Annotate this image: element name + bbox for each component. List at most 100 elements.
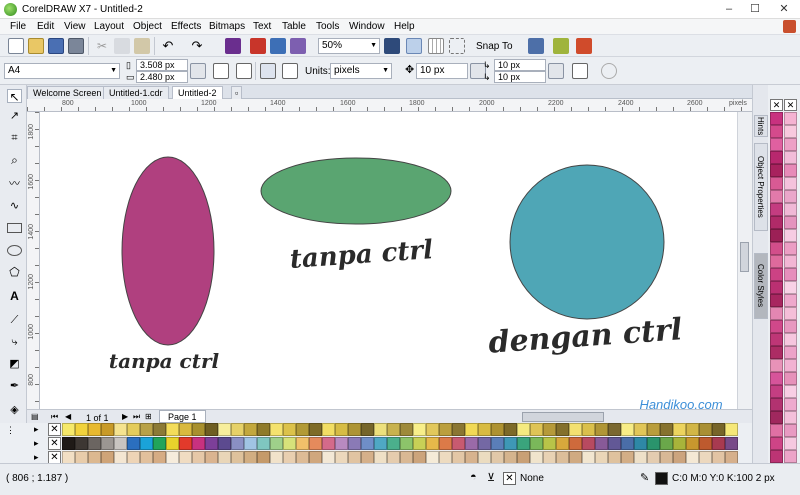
tab-color-styles[interactable]: Color Styles <box>754 253 768 319</box>
color-swatch[interactable] <box>673 437 686 450</box>
export-icon[interactable] <box>270 38 286 54</box>
color-swatch[interactable] <box>770 450 783 463</box>
color-swatch[interactable] <box>770 398 783 411</box>
color-swatch[interactable] <box>634 423 647 436</box>
artistic-media-icon[interactable]: ∿ <box>7 199 22 213</box>
minimize-button[interactable]: – <box>716 0 742 19</box>
palette-grip-icon[interactable]: ⋮ <box>6 424 15 436</box>
color-swatch[interactable] <box>770 125 783 138</box>
color-swatch[interactable] <box>491 437 504 450</box>
color-swatch[interactable] <box>784 411 797 424</box>
color-swatch[interactable] <box>140 423 153 436</box>
color-swatch[interactable] <box>686 437 699 450</box>
vertical-color-palette[interactable]: ✕ ✕ <box>768 85 800 476</box>
color-swatch[interactable] <box>530 437 543 450</box>
color-swatch[interactable] <box>400 437 413 450</box>
show-grid-icon[interactable] <box>428 38 444 54</box>
color-swatch[interactable] <box>770 255 783 268</box>
color-swatch[interactable] <box>101 437 114 450</box>
color-swatch[interactable] <box>556 423 569 436</box>
color-swatch[interactable] <box>452 437 465 450</box>
open-folder-icon[interactable] <box>28 38 44 54</box>
color-swatch[interactable] <box>504 437 517 450</box>
color-swatch[interactable] <box>205 437 218 450</box>
menu-bitmaps[interactable]: Bitmaps <box>209 21 245 33</box>
teal-circle[interactable] <box>509 164 665 320</box>
color-swatch[interactable] <box>244 437 257 450</box>
next-page-button[interactable]: ▶ <box>122 411 128 423</box>
color-swatch[interactable] <box>770 242 783 255</box>
color-swatch[interactable] <box>784 216 797 229</box>
color-swatch[interactable] <box>784 385 797 398</box>
polygon-tool-icon[interactable]: ⬠ <box>7 265 22 279</box>
color-swatch[interactable] <box>784 229 797 242</box>
color-swatch[interactable] <box>770 164 783 177</box>
menu-layout[interactable]: Layout <box>94 21 124 33</box>
color-swatch[interactable] <box>784 112 797 125</box>
color-swatch[interactable] <box>192 437 205 450</box>
rectangle-tool-icon[interactable] <box>7 223 22 233</box>
color-swatch[interactable] <box>712 423 725 436</box>
color-swatch[interactable] <box>257 423 270 436</box>
color-swatch[interactable] <box>127 423 140 436</box>
full-screen-icon[interactable] <box>384 38 400 54</box>
color-swatch[interactable] <box>784 125 797 138</box>
page-width-input[interactable]: 3.508 px <box>136 59 188 71</box>
color-swatch[interactable] <box>348 423 361 436</box>
color-swatch[interactable] <box>270 423 283 436</box>
show-rulers-icon[interactable] <box>406 38 422 54</box>
no-color-swatch[interactable]: ✕ <box>48 437 61 450</box>
color-swatch[interactable] <box>296 437 309 450</box>
color-swatch[interactable] <box>361 423 374 436</box>
color-swatch[interactable] <box>75 437 88 450</box>
close-button[interactable]: ✕ <box>768 0 800 19</box>
color-swatch[interactable] <box>283 423 296 436</box>
color-swatch[interactable] <box>218 437 231 450</box>
palette-column-2[interactable] <box>784 112 797 476</box>
color-swatch[interactable] <box>770 268 783 281</box>
page-border-icon[interactable] <box>572 63 588 79</box>
drawing-canvas[interactable]: tanpa ctrl tanpa ctrl dengan ctrl Handik… <box>40 112 737 409</box>
color-swatch[interactable] <box>686 423 699 436</box>
color-swatch[interactable] <box>517 437 530 450</box>
color-swatch[interactable] <box>166 423 179 436</box>
color-swatch[interactable] <box>88 437 101 450</box>
color-swatch[interactable] <box>770 229 783 242</box>
color-swatch[interactable] <box>784 320 797 333</box>
color-swatch[interactable] <box>784 372 797 385</box>
color-swatch[interactable] <box>179 423 192 436</box>
freehand-tool-icon[interactable]: 〰 <box>7 177 22 191</box>
maximize-button[interactable]: ☐ <box>742 0 768 19</box>
tab-hints[interactable]: Hints <box>754 115 768 137</box>
duplicate-spinner[interactable] <box>548 63 564 79</box>
connector-tool-icon[interactable]: ⤷ <box>7 335 22 349</box>
menu-effects[interactable]: Effects <box>171 21 201 33</box>
color-swatch[interactable] <box>660 423 673 436</box>
color-swatch[interactable] <box>231 423 244 436</box>
ellipse-tool-icon[interactable] <box>7 245 22 256</box>
color-swatch[interactable] <box>426 437 439 450</box>
color-swatch[interactable] <box>595 423 608 436</box>
color-swatch[interactable] <box>770 320 783 333</box>
previous-page-button[interactable]: ◀ <box>65 411 71 423</box>
first-page-button[interactable]: ⏮ <box>51 411 58 423</box>
color-swatch[interactable] <box>153 423 166 436</box>
color-swatch[interactable] <box>556 437 569 450</box>
tab-untitled-2[interactable]: Untitled-2 <box>172 86 223 99</box>
color-swatch[interactable] <box>335 437 348 450</box>
palette-menu-icon[interactable]: ▸ <box>34 451 39 463</box>
color-swatch[interactable] <box>569 437 582 450</box>
copy-icon[interactable] <box>114 38 130 54</box>
color-swatch[interactable] <box>270 437 283 450</box>
color-swatch[interactable] <box>784 294 797 307</box>
caption-dengan-ctrl[interactable]: dengan ctrl <box>487 312 683 360</box>
color-swatch[interactable] <box>784 398 797 411</box>
menu-text[interactable]: Text <box>253 21 271 33</box>
color-swatch[interactable] <box>413 423 426 436</box>
color-swatch[interactable] <box>621 437 634 450</box>
color-swatch[interactable] <box>374 437 387 450</box>
new-document-icon[interactable] <box>8 38 24 54</box>
color-swatch[interactable] <box>770 411 783 424</box>
paste-icon[interactable] <box>134 38 150 54</box>
color-swatch[interactable] <box>478 423 491 436</box>
